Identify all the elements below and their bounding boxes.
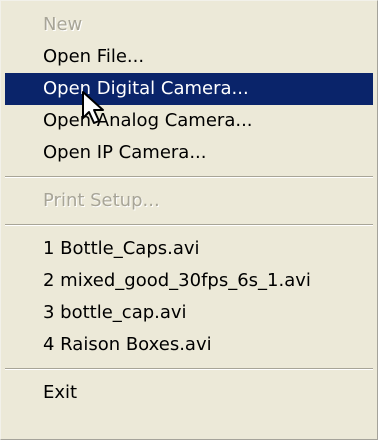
menu-item-open-digital-camera[interactable]: Open Digital Camera... (5, 73, 373, 105)
menu-separator (5, 224, 373, 226)
menu-item-recent-file-1[interactable]: 1 Bottle_Caps.avi (1, 233, 377, 265)
file-menu: New Open File... Open Digital Camera... … (0, 0, 378, 440)
menu-item-recent-file-2[interactable]: 2 mixed_good_30fps_6s_1.avi (1, 265, 377, 297)
menu-item-open-ip-camera[interactable]: Open IP Camera... (1, 137, 377, 169)
menu-item-recent-file-4[interactable]: 4 Raison Boxes.avi (1, 329, 377, 361)
menu-item-print-setup: Print Setup... (43, 190, 160, 211)
menu-item-exit[interactable]: Exit (1, 377, 377, 409)
menu-item-recent-file-3[interactable]: 3 bottle_cap.avi (1, 297, 377, 329)
menu-item-open-file[interactable]: Open File... (1, 41, 377, 73)
menu-item-open-analog-camera[interactable]: Open Analog Camera... (1, 105, 377, 137)
menu-items: New Open File... Open Digital Camera... … (1, 9, 377, 409)
menu-separator (5, 368, 373, 370)
menu-item-new: New (43, 14, 83, 35)
menu-separator (5, 176, 373, 178)
